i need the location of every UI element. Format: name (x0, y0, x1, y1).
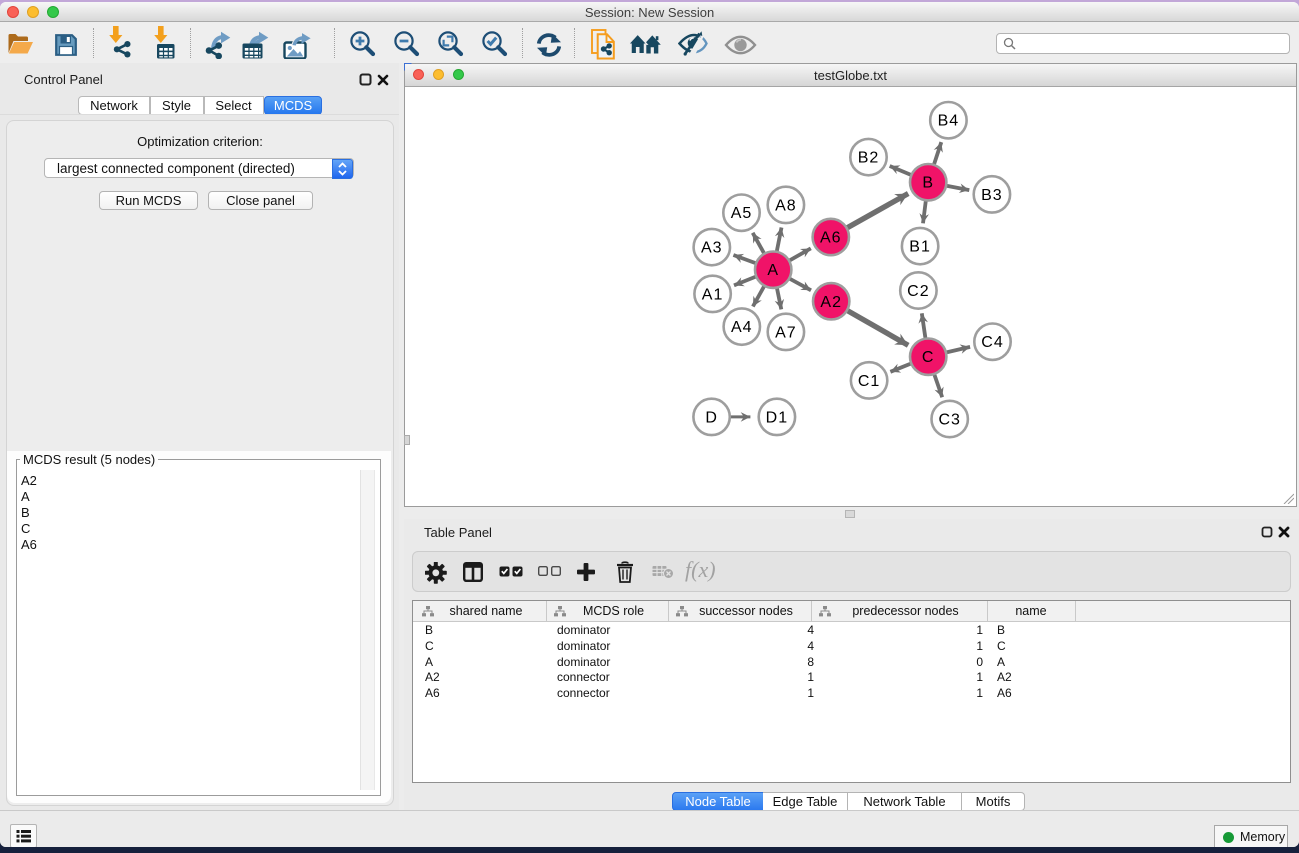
svg-text:A4: A4 (731, 319, 753, 336)
svg-text:A6: A6 (820, 230, 842, 247)
svg-text:A2: A2 (820, 294, 842, 311)
svg-text:C3: C3 (938, 412, 960, 429)
svg-text:D1: D1 (766, 409, 788, 426)
svg-text:B4: B4 (938, 113, 960, 130)
svg-text:C1: C1 (858, 373, 880, 390)
svg-text:C: C (922, 349, 935, 366)
svg-text:A3: A3 (701, 240, 723, 257)
svg-text:A7: A7 (775, 324, 797, 341)
svg-text:B2: B2 (858, 150, 880, 167)
svg-text:B: B (922, 175, 934, 192)
svg-text:B3: B3 (981, 187, 1003, 204)
svg-text:A8: A8 (775, 197, 797, 214)
svg-text:A: A (767, 262, 779, 279)
svg-text:A1: A1 (702, 286, 724, 303)
svg-text:C4: C4 (981, 334, 1003, 351)
svg-text:B1: B1 (909, 239, 931, 256)
svg-text:C2: C2 (907, 283, 929, 300)
svg-text:D: D (705, 409, 718, 426)
svg-text:A5: A5 (731, 205, 753, 222)
